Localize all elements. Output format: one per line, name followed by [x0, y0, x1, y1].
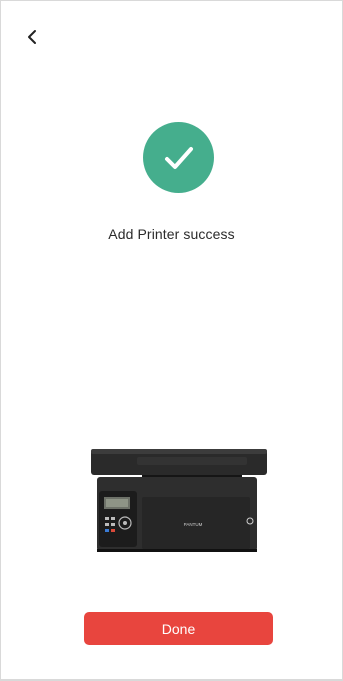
back-button[interactable]	[23, 27, 43, 47]
app-screen: Add Printer success PANTUM Done	[1, 1, 342, 679]
success-message: Add Printer success	[108, 226, 235, 242]
checkmark-icon	[164, 146, 193, 169]
success-badge	[143, 122, 214, 193]
printer-image: PANTUM	[91, 449, 267, 552]
chevron-left-icon	[28, 30, 36, 44]
printer-brand: PANTUM	[184, 522, 203, 527]
done-button[interactable]: Done	[84, 612, 273, 645]
